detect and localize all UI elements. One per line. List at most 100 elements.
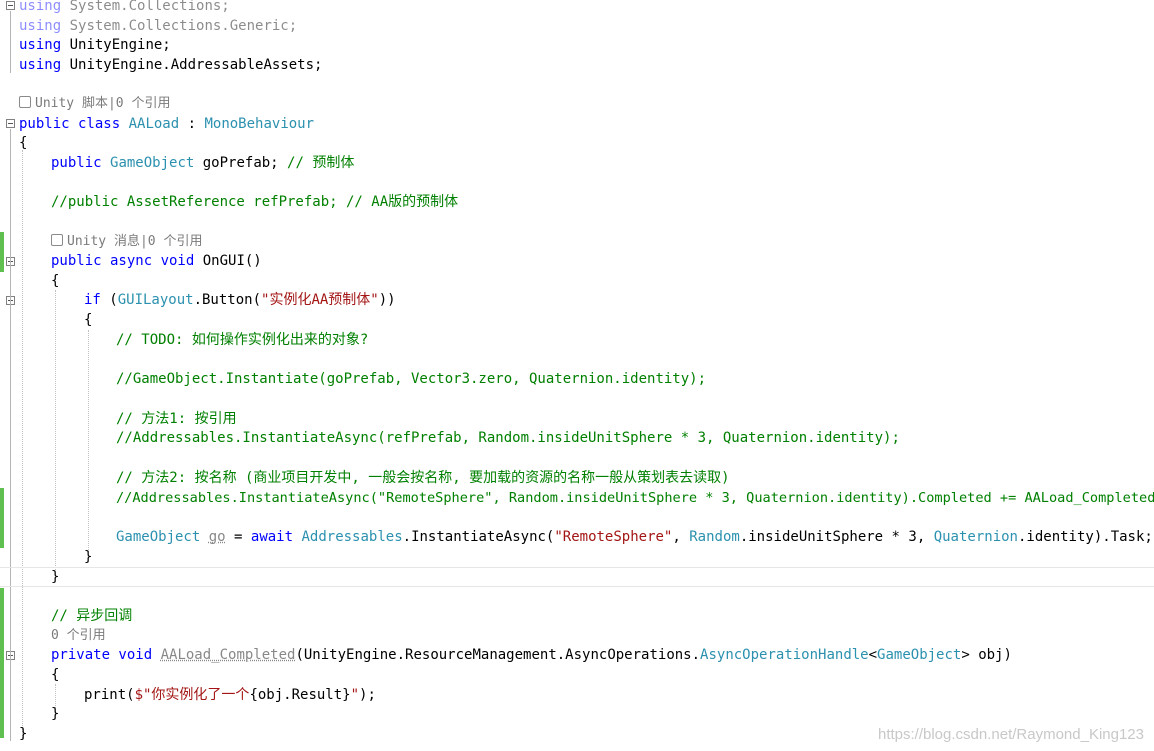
code-line[interactable]: private void AALoad_Completed(UnityEngin… bbox=[51, 645, 1012, 665]
code-line[interactable]: { bbox=[19, 133, 27, 153]
code-text: .InstantiateAsync( bbox=[402, 529, 555, 545]
type-name: MonoBehaviour bbox=[204, 116, 315, 132]
code-text: print( bbox=[84, 687, 135, 703]
type-name: Addressables bbox=[301, 529, 403, 545]
code-text: goPrefab; bbox=[194, 155, 288, 171]
code-line[interactable]: } bbox=[84, 547, 92, 567]
string-literal: $"你实例化了一个 bbox=[134, 687, 250, 703]
watermark: https://blog.csdn.net/Raymond_King123 bbox=[877, 726, 1144, 743]
unity-icon bbox=[19, 96, 31, 108]
code-line[interactable]: public GameObject goPrefab; // 预制体 bbox=[51, 153, 354, 173]
code-line[interactable]: if (GUILayout.Button("实例化AA预制体")) bbox=[84, 290, 396, 310]
codelens-references[interactable]: Unity 脚本|0 个引用 bbox=[19, 94, 170, 114]
code-text: OnGUI() bbox=[194, 253, 262, 269]
code-line[interactable]: // TODO: 如何操作实例化出来的对象? bbox=[116, 330, 368, 350]
indent-guide bbox=[22, 150, 23, 740]
code-line[interactable]: //Addressables.InstantiateAsync(refPrefa… bbox=[116, 428, 900, 448]
type-name: GameObject bbox=[110, 155, 195, 171]
code-text: UnityEngine.AddressableAssets; bbox=[61, 57, 323, 73]
string-literal: " bbox=[350, 687, 360, 703]
keyword: public class bbox=[19, 116, 121, 132]
keyword: private void bbox=[51, 647, 153, 663]
variable-name: go bbox=[208, 529, 226, 545]
code-line[interactable]: { bbox=[51, 271, 59, 291]
comment: // 预制体 bbox=[287, 155, 355, 171]
code-text: { bbox=[51, 667, 60, 683]
code-text: } bbox=[84, 549, 93, 565]
type-name: GameObject bbox=[877, 647, 962, 663]
code-editor[interactable]: using System.Collections; using System.C… bbox=[0, 0, 1154, 751]
string-literal: "RemoteSphere" bbox=[554, 529, 673, 545]
code-line[interactable]: using System.Collections; bbox=[19, 0, 230, 16]
code-line[interactable]: public class AALoad : MonoBehaviour bbox=[19, 114, 314, 134]
change-bar bbox=[0, 488, 4, 548]
comment: // 方法1: 按引用 bbox=[116, 411, 237, 427]
code-text: { bbox=[51, 273, 60, 289]
change-bar bbox=[0, 588, 4, 738]
comment: //GameObject.Instantiate(goPrefab, Vecto… bbox=[116, 371, 707, 387]
comment: // 方法2: 按名称 (商业项目开发中, 一般会按名称, 要加载的资源的名称一… bbox=[116, 470, 730, 486]
codelens-text: 0 个引用 bbox=[51, 628, 106, 643]
code-line[interactable]: } bbox=[51, 704, 59, 724]
code-line[interactable]: } bbox=[19, 724, 27, 744]
unity-icon bbox=[51, 234, 63, 246]
code-text: { bbox=[19, 135, 28, 151]
code-text: ( bbox=[100, 292, 118, 308]
type-name: GameObject bbox=[116, 529, 201, 545]
keyword: using bbox=[19, 18, 62, 34]
code-text: UnityEngine; bbox=[61, 37, 171, 53]
comment: //Addressables.InstantiateAsync(refPrefa… bbox=[116, 430, 900, 446]
codelens-references[interactable]: Unity 消息|0 个引用 bbox=[51, 232, 202, 252]
code-line[interactable]: // 异步回调 bbox=[51, 606, 132, 626]
code-text: {obj.Result} bbox=[249, 687, 351, 703]
keyword: public async void bbox=[51, 253, 195, 269]
type-name: Random bbox=[689, 529, 740, 545]
type-name: AALoad bbox=[128, 116, 180, 132]
comment: //Addressables.InstantiateAsync("RemoteS… bbox=[116, 490, 1154, 506]
code-line[interactable]: //public AssetReference refPrefab; // AA… bbox=[51, 192, 458, 212]
code-line[interactable]: // 方法1: 按引用 bbox=[116, 409, 237, 429]
code-line[interactable]: } bbox=[51, 567, 59, 587]
keyword: using bbox=[19, 37, 62, 53]
string-literal: "实例化AA预制体" bbox=[261, 292, 379, 308]
change-indicator-gutter bbox=[0, 0, 4, 751]
keyword: using bbox=[19, 0, 62, 14]
code-text: } bbox=[19, 726, 28, 742]
code-text: (UnityEngine.ResourceManagement.AsyncOpe… bbox=[295, 647, 701, 663]
code-text: System.Collections.Generic; bbox=[61, 18, 298, 34]
keyword: if bbox=[84, 292, 101, 308]
comment: //public AssetReference refPrefab; // AA… bbox=[51, 194, 459, 210]
code-line[interactable]: using System.Collections.Generic; bbox=[19, 16, 297, 36]
fold-range-line bbox=[10, 306, 11, 564]
code-line[interactable]: { bbox=[51, 665, 59, 685]
code-text: } bbox=[51, 569, 60, 585]
code-line[interactable]: { bbox=[84, 310, 92, 330]
code-text: .Button( bbox=[193, 292, 262, 308]
code-text: System.Collections; bbox=[61, 0, 230, 14]
code-line[interactable]: using UnityEngine; bbox=[19, 35, 171, 55]
type-name: Quaternion bbox=[933, 529, 1018, 545]
code-line[interactable]: public async void OnGUI() bbox=[51, 251, 262, 271]
indent-guide bbox=[88, 330, 89, 552]
fold-range-line bbox=[10, 661, 11, 723]
code-line[interactable]: //Addressables.InstantiateAsync("RemoteS… bbox=[116, 488, 1154, 508]
collapse-toggle-icon[interactable] bbox=[6, 119, 15, 128]
code-text: ); bbox=[359, 687, 376, 703]
type-name: AsyncOperationHandle bbox=[700, 647, 869, 663]
code-text: , bbox=[672, 529, 690, 545]
code-text: )) bbox=[378, 292, 396, 308]
codelens-references[interactable]: 0 个引用 bbox=[51, 626, 106, 646]
change-bar bbox=[0, 232, 4, 272]
comment: // TODO: 如何操作实例化出来的对象? bbox=[116, 332, 369, 348]
code-text: > obj) bbox=[961, 647, 1012, 663]
code-line[interactable]: using UnityEngine.AddressableAssets; bbox=[19, 55, 322, 75]
code-line[interactable]: print($"你实例化了一个{obj.Result}"); bbox=[84, 685, 376, 705]
code-line[interactable]: // 方法2: 按名称 (商业项目开发中, 一般会按名称, 要加载的资源的名称一… bbox=[116, 468, 730, 488]
code-line[interactable]: GameObject go = await Addressables.Insta… bbox=[116, 527, 1153, 547]
code-text: : bbox=[179, 116, 205, 132]
keyword: await bbox=[250, 529, 294, 545]
code-text: < bbox=[868, 647, 878, 663]
code-line[interactable]: //GameObject.Instantiate(goPrefab, Vecto… bbox=[116, 369, 706, 389]
collapse-toggle-icon[interactable] bbox=[6, 1, 15, 10]
code-text: { bbox=[84, 312, 93, 328]
